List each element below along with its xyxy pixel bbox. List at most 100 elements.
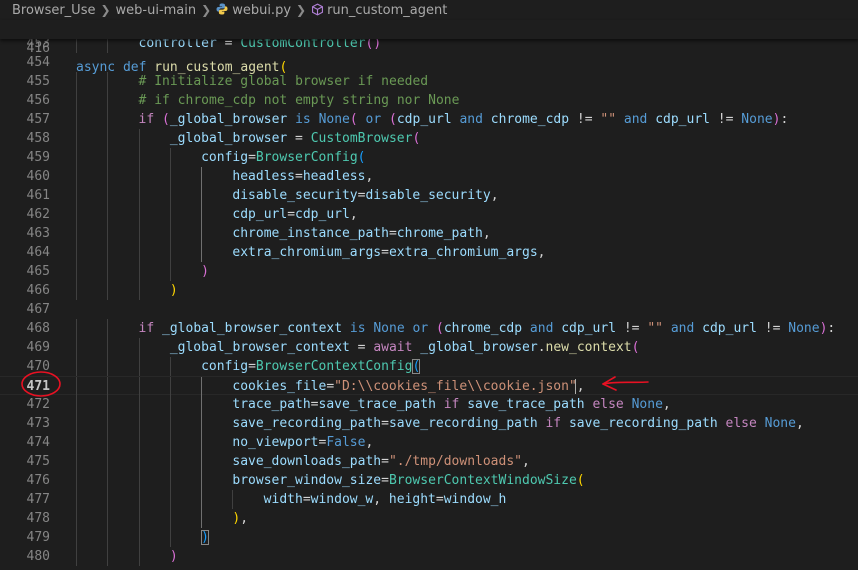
indent-guide: [107, 414, 109, 433]
code-token: (: [412, 359, 421, 374]
code-token: :: [780, 112, 789, 127]
code-text: cdp_url=cdp_url,: [232, 205, 357, 224]
code-line[interactable]: 472 trace_path=save_trace_path if save_tr…: [0, 395, 858, 414]
line-number: 416: [26, 41, 50, 56]
indent-guide: [138, 205, 140, 224]
code-line[interactable]: 465): [0, 262, 858, 281]
code-token: ,: [482, 226, 491, 241]
line-number: 469: [26, 340, 50, 355]
code-text: extra_chromium_args=extra_chromium_args,: [232, 243, 545, 262]
code-text: ): [170, 281, 178, 300]
code-line[interactable]: 464 extra_chromium_args=extra_chromium_ar…: [0, 243, 858, 262]
indent-guide: [76, 262, 77, 281]
indent-guide: [76, 110, 77, 129]
code-token: config: [201, 359, 249, 374]
indent-guide: [169, 471, 171, 490]
code-text: ): [201, 528, 209, 547]
code-line[interactable]: 476 browser_window_size=BrowserContextWin…: [0, 471, 858, 490]
code-token: ,: [240, 511, 249, 526]
code-line[interactable]: 468 if _global_browser_context is None or…: [0, 319, 858, 338]
code-line[interactable]: 467: [0, 300, 858, 319]
code-line[interactable]: 466): [0, 281, 858, 300]
code-line[interactable]: 460 headless=headless,: [0, 167, 858, 186]
code-token: new_context: [545, 340, 632, 355]
code-token: cdp_url: [295, 207, 350, 222]
code-token: =: [435, 492, 444, 507]
indent-guide: [76, 490, 77, 509]
code-token: None: [788, 321, 820, 336]
code-token: _global_browser: [169, 112, 288, 127]
indent-guide: [169, 262, 171, 281]
code-line[interactable]: 470 config=BrowserContextConfig(: [0, 357, 858, 376]
code-text: ): [170, 547, 178, 566]
code-line[interactable]: 459 config=BrowserConfig(: [0, 148, 858, 167]
code-line[interactable]: 477 width=window_w, height=window_h: [0, 490, 858, 509]
breadcrumb-folder-web-ui-main[interactable]: web-ui-main: [116, 3, 197, 18]
indent-guide: [76, 224, 77, 243]
code-token: cdp_url: [702, 321, 757, 336]
line-number: 463: [26, 226, 50, 241]
code-token: None: [764, 416, 796, 431]
code-token: =: [381, 454, 389, 469]
code-line[interactable]: 463 chrome_instance_path=chrome_path,: [0, 224, 858, 243]
line-number: 460: [26, 169, 50, 184]
indent-guide: [169, 414, 171, 433]
code-line[interactable]: 478),: [0, 509, 858, 528]
indent-guide: [169, 433, 171, 452]
line-number: 459: [26, 150, 50, 165]
code-token: =: [287, 207, 296, 222]
python-file-icon: [216, 3, 228, 15]
code-token: chrome_cdp: [490, 112, 570, 127]
indent-guide: [107, 224, 109, 243]
indent-guide: [107, 490, 109, 509]
text-cursor: [575, 379, 576, 394]
code-token: height: [388, 492, 436, 507]
code-token: ,: [490, 188, 499, 203]
code-token: headless: [232, 169, 296, 184]
code-token: ,: [576, 379, 585, 394]
code-text: disable_security=disable_security,: [232, 186, 498, 205]
code-line[interactable]: 457 if (_global_browser is None( or (cdp_…: [0, 110, 858, 129]
indent-guide: [76, 452, 77, 471]
code-token: disable_security: [365, 188, 491, 203]
indent-guide: [201, 395, 203, 414]
breadcrumb: Browser_Use ❯ web-ui-main ❯ webui.py ❯ r…: [0, 0, 858, 20]
indent-guide: [76, 509, 77, 528]
code-line[interactable]: 469 _global_browser_context = await _glob…: [0, 338, 858, 357]
breadcrumb-file[interactable]: webui.py: [216, 3, 291, 18]
sticky-scroll-header[interactable]: 416 async def run_custom_agent(: [0, 20, 858, 75]
code-token: and: [616, 112, 656, 127]
code-line[interactable]: 461 disable_security=disable_security,: [0, 186, 858, 205]
code-token: extra_chromium_args: [388, 245, 538, 260]
code-line[interactable]: 480): [0, 547, 858, 566]
code-token: ): [169, 549, 178, 564]
code-token: =: [326, 379, 335, 394]
line-number: 466: [26, 283, 50, 298]
code-token: if: [435, 397, 468, 412]
code-line[interactable]: 474 no_viewport=False,: [0, 433, 858, 452]
breadcrumb-symbol[interactable]: run_custom_agent: [311, 3, 447, 18]
indent-guide: [201, 490, 203, 509]
code-line[interactable]: 479): [0, 528, 858, 547]
code-text: # if chrome_cdp not empty string nor Non…: [139, 91, 460, 110]
code-token: None: [318, 112, 350, 127]
code-line[interactable]: 473 save_recording_path=save_recording_pa…: [0, 414, 858, 433]
breadcrumb-folder-browser-use[interactable]: Browser_Use: [12, 3, 95, 18]
code-token: None: [373, 321, 405, 336]
code-line[interactable]: 458 _global_browser = CustomBrowser(: [0, 129, 858, 148]
indent-guide: [138, 433, 140, 452]
indent-guide: [107, 91, 109, 110]
code-editor[interactable]: Browser_Use ❯ web-ui-main ❯ webui.py ❯ r…: [0, 0, 858, 570]
indent-guide: [201, 433, 203, 452]
code-line[interactable]: 475 save_downloads_path="./tmp/downloads"…: [0, 452, 858, 471]
code-token: "D:\\cookies_file\\cookie.json": [334, 379, 577, 394]
code-token: (: [435, 321, 444, 336]
code-token: if: [138, 321, 163, 336]
code-line[interactable]: 462 cdp_url=cdp_url,: [0, 205, 858, 224]
code-line-current[interactable]: 471 cookies_file="D:\\cookies_file\\cooki…: [0, 376, 858, 396]
code-line[interactable]: 456 # if chrome_cdp not empty string nor …: [0, 91, 858, 110]
code-token: cdp_url: [232, 207, 288, 222]
code-text: config=BrowserConfig(: [201, 148, 365, 167]
code-token: None: [741, 112, 773, 127]
code-token: BrowserContextWindowSize: [388, 473, 577, 488]
